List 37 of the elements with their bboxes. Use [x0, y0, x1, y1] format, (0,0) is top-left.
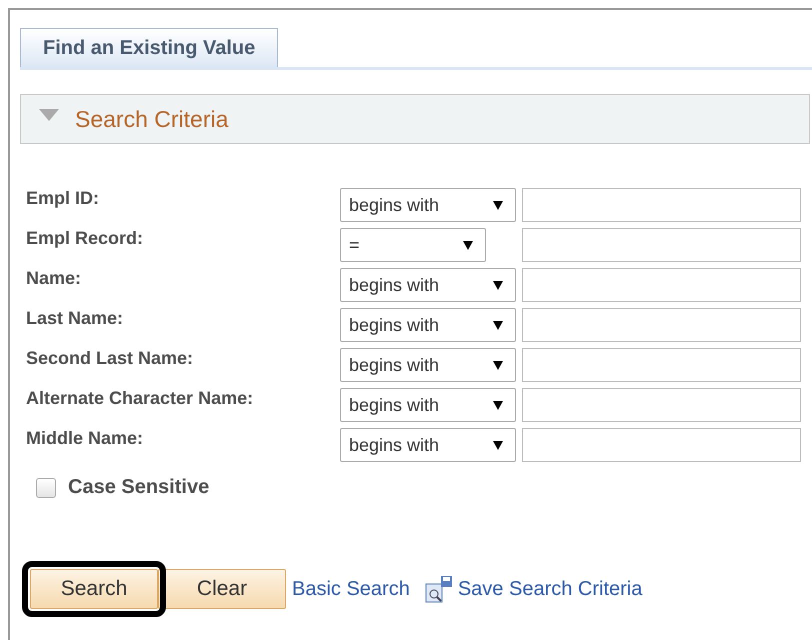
dropdown-arrow-icon[interactable] — [493, 280, 503, 290]
operator-dropdown[interactable]: begins with — [340, 428, 516, 462]
input-field[interactable] — [522, 268, 801, 302]
dropdown-arrow-icon[interactable] — [493, 200, 503, 210]
operator-dropdown[interactable]: begins with — [340, 188, 516, 222]
input-field[interactable] — [522, 308, 801, 342]
input-field[interactable] — [522, 228, 801, 262]
dropdown-arrow-icon[interactable] — [493, 400, 503, 410]
collapse-icon[interactable] — [39, 109, 59, 121]
input-field[interactable] — [522, 388, 801, 422]
save-search-icon[interactable] — [424, 574, 454, 604]
operator-dropdown[interactable]: begins with — [340, 388, 516, 422]
section-title: Search Criteria — [75, 106, 228, 132]
field-label: Name: — [26, 268, 82, 289]
checkbox-label: Case Sensitive — [68, 476, 210, 499]
link[interactable]: Save Search Criteria — [458, 578, 642, 600]
dropdown-arrow-icon[interactable] — [493, 440, 503, 450]
input-field[interactable] — [522, 428, 801, 462]
field-label: Middle Name: — [26, 428, 144, 449]
tab[interactable]: Find an Existing Value — [20, 28, 278, 67]
dropdown-arrow-icon[interactable] — [493, 320, 503, 330]
field-label: Empl Record: — [26, 228, 144, 249]
action-button[interactable]: Clear — [158, 569, 286, 609]
input-field[interactable] — [522, 348, 801, 382]
field-label: Empl ID: — [26, 188, 100, 209]
field-label: Second Last Name: — [26, 348, 194, 369]
operator-dropdown[interactable]: begins with — [340, 308, 516, 342]
link[interactable]: Basic Search — [292, 578, 410, 600]
input-field[interactable] — [522, 188, 801, 222]
operator-dropdown[interactable]: = — [340, 228, 486, 262]
operator-dropdown[interactable]: begins with — [340, 348, 516, 382]
field-label: Alternate Character Name: — [26, 388, 254, 409]
dropdown-arrow-icon[interactable] — [493, 360, 503, 370]
operator-dropdown[interactable]: begins with — [340, 268, 516, 302]
checkbox[interactable] — [36, 478, 56, 498]
field-label: Last Name: — [26, 308, 124, 329]
dropdown-arrow-icon[interactable] — [463, 240, 473, 250]
